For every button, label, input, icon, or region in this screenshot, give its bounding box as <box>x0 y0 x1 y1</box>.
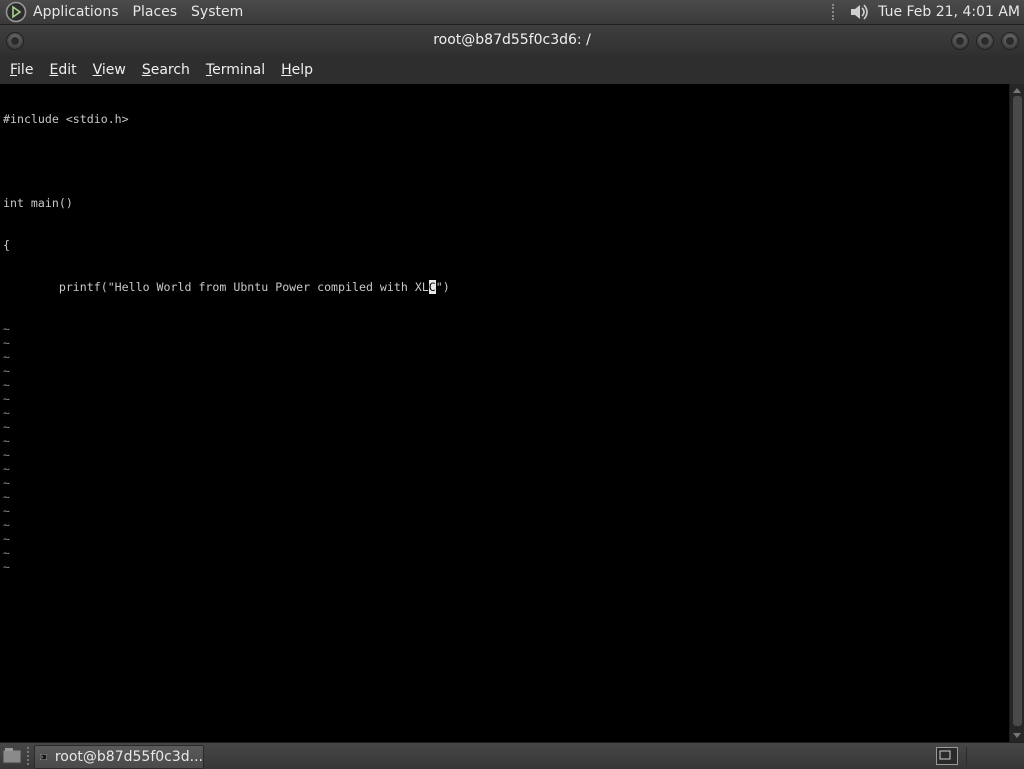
vim-tilde-line: ~ <box>3 490 10 504</box>
terminal-line: { <box>3 238 10 252</box>
menu-edit-label: dit <box>58 61 77 78</box>
terminal-line-cursor: printf("Hello World from Ubntu Power com… <box>3 280 450 294</box>
menu-file-label: ile <box>17 61 34 78</box>
vim-tilde-line: ~ <box>3 420 10 434</box>
menu-view-label: iew <box>101 61 126 78</box>
menu-search-mnemonic: S <box>141 61 151 78</box>
window-title: root@b87d55f0c3d6: / <box>433 32 591 48</box>
menu-search[interactable]: Search <box>142 62 190 78</box>
vim-tilde-line: ~ <box>3 378 10 392</box>
vim-tilde-line: ~ <box>3 560 10 574</box>
menu-terminal[interactable]: Terminal <box>206 62 265 78</box>
terminal-text: #include <stdio.h> int main() { printf("… <box>3 84 450 602</box>
taskbar-item-terminal[interactable]: root@b87d55f0c3d... <box>34 745 204 769</box>
top-panel: Applications Places System Tue Feb 21, 4… <box>0 0 1024 25</box>
terminal-line: int main() <box>3 196 73 210</box>
terminal-app-icon <box>40 754 47 760</box>
minimize-button[interactable] <box>951 32 969 50</box>
menu-view[interactable]: View <box>93 62 126 78</box>
menu-file[interactable]: File <box>10 62 33 78</box>
menu-edit[interactable]: Edit <box>49 62 76 78</box>
vim-tilde-line: ~ <box>3 350 10 364</box>
menu-search-label: earch <box>150 61 190 78</box>
panel-menu-applications[interactable]: Applications <box>33 4 119 20</box>
show-desktop-icon[interactable] <box>2 747 22 765</box>
tray-separator <box>966 747 967 765</box>
menu-view-mnemonic: V <box>92 61 102 78</box>
vim-tilde-line: ~ <box>3 546 10 560</box>
distro-logo-icon[interactable] <box>5 1 27 23</box>
taskbar-item-label: root@b87d55f0c3d... <box>54 749 203 765</box>
vim-tilde-line: ~ <box>3 336 10 350</box>
vim-tilde-line: ~ <box>3 392 10 406</box>
menu-edit-mnemonic: E <box>49 61 59 78</box>
taskbar-grip <box>27 747 33 765</box>
menu-help-label: elp <box>291 61 314 78</box>
menubar: File Edit View Search Terminal Help <box>0 55 1024 84</box>
vim-tilde-line: ~ <box>3 504 10 518</box>
scroll-down-arrow-icon[interactable] <box>1013 733 1021 738</box>
vim-empty-lines: ~ ~ ~ ~ ~ ~ ~ ~ ~ ~ ~ ~ ~ ~ ~ ~ ~ ~ <box>3 322 450 574</box>
vim-tilde-line: ~ <box>3 406 10 420</box>
menu-help-mnemonic: H <box>281 61 292 78</box>
vim-tilde-line: ~ <box>3 322 10 336</box>
vim-tilde-line: ~ <box>3 518 10 532</box>
bottom-panel: root@b87d55f0c3d... <box>0 742 1024 769</box>
terminal-scrollbar[interactable] <box>1009 84 1024 742</box>
text-cursor: C <box>428 280 436 294</box>
vim-tilde-line: ~ <box>3 434 10 448</box>
panel-menu-places[interactable]: Places <box>133 4 178 20</box>
terminal-line-tail: ") <box>435 280 450 294</box>
window-titlebar[interactable]: root@b87d55f0c3d6: / <box>0 25 1024 55</box>
workspace-switcher-icon[interactable] <box>936 747 958 765</box>
menu-help[interactable]: Help <box>281 62 313 78</box>
vim-tilde-line: ~ <box>3 532 10 546</box>
vim-tilde-line: ~ <box>3 448 10 462</box>
menu-file-mnemonic: F <box>10 61 18 78</box>
panel-grip <box>832 4 838 20</box>
vim-tilde-line: ~ <box>3 476 10 490</box>
terminal-area[interactable]: #include <stdio.h> int main() { printf("… <box>0 84 1009 742</box>
vim-tilde-line: ~ <box>3 364 10 378</box>
panel-menu-system[interactable]: System <box>191 4 243 20</box>
clock[interactable]: Tue Feb 21, 4:01 AM <box>878 4 1020 20</box>
scroll-thumb[interactable] <box>1013 96 1022 726</box>
scroll-up-arrow-icon[interactable] <box>1013 88 1021 93</box>
vim-tilde-line: ~ <box>3 462 10 476</box>
terminal-line-text: printf("Hello World from Ubntu Power com… <box>3 280 429 294</box>
close-button[interactable] <box>1001 32 1019 50</box>
terminal-line: #include <stdio.h> <box>3 112 129 126</box>
volume-icon[interactable] <box>848 2 872 22</box>
maximize-button[interactable] <box>976 32 994 50</box>
panel-right: Tue Feb 21, 4:01 AM <box>832 0 1020 24</box>
menu-terminal-label: erminal <box>212 61 266 78</box>
panel-left: Applications Places System <box>0 0 257 24</box>
